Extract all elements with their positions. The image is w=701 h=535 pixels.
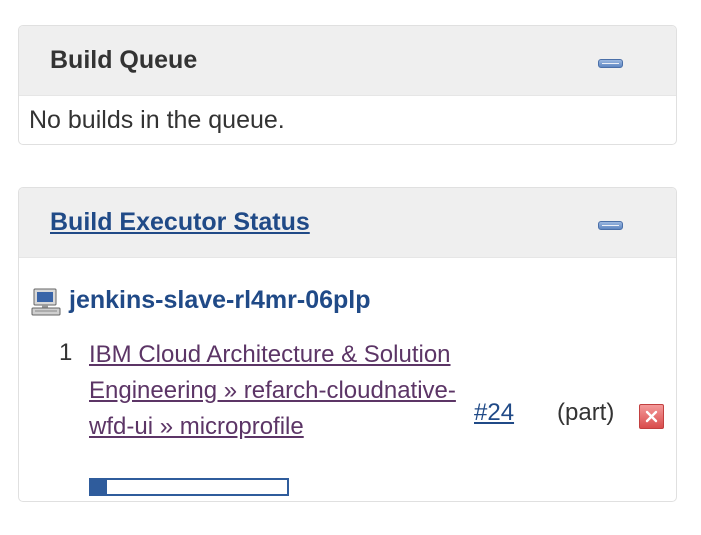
job-link[interactable]: IBM Cloud Architecture & Solution Engine… xyxy=(89,337,459,445)
build-queue-title: Build Queue xyxy=(50,46,198,74)
executor-status-title: Build Executor Status xyxy=(50,208,310,237)
build-progress-bar[interactable] xyxy=(89,478,289,496)
executor-number: 1 xyxy=(59,339,73,366)
executor-status-link[interactable]: Build Executor Status xyxy=(50,208,310,236)
stop-build-icon[interactable] xyxy=(639,404,664,429)
build-progress-fill xyxy=(91,480,107,494)
collapse-icon[interactable] xyxy=(598,221,623,230)
queue-empty-message: No builds in the queue. xyxy=(29,106,285,134)
build-queue-pane: Build Queue No builds in the queue. xyxy=(18,25,677,145)
executor-status-pane: Build Executor Status jenkins-slave-rl4m… xyxy=(18,187,677,502)
computer-icon xyxy=(31,288,61,321)
executor-status-header: Build Executor Status xyxy=(19,188,676,258)
part-label: (part) xyxy=(557,399,615,426)
build-queue-header: Build Queue xyxy=(19,26,676,96)
node-link[interactable]: jenkins-slave-rl4mr-06plp xyxy=(69,286,371,315)
collapse-icon[interactable] xyxy=(598,59,623,68)
build-number-link[interactable]: #24 xyxy=(474,399,514,427)
